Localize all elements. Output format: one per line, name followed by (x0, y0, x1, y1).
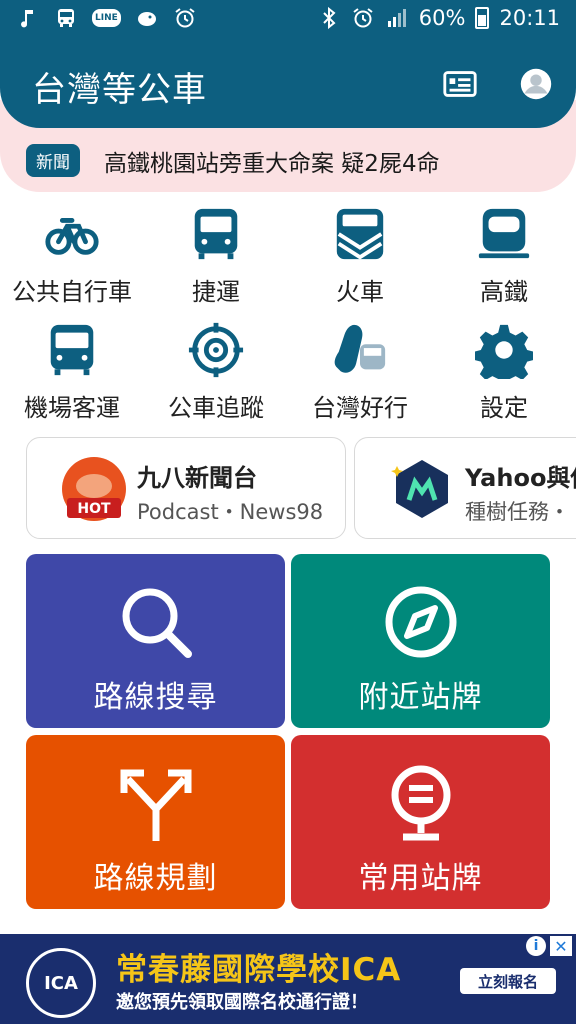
metro-icon (186, 204, 246, 264)
signal-icon (385, 6, 409, 30)
ad-cta-button[interactable]: 立刻報名 (460, 968, 556, 994)
news-button[interactable] (440, 64, 480, 104)
ad-logo: ICA (26, 948, 96, 1018)
quick-link-hsr[interactable]: 高鐵 (432, 204, 576, 307)
bus-icon (54, 6, 78, 30)
news98-thumbnail: HOT (62, 457, 126, 521)
quick-link-label: 設定 (480, 394, 528, 422)
ad-info-icon[interactable]: i (526, 936, 546, 956)
alarm-icon (351, 6, 375, 30)
ad-title: 常春藤國際學校ICA (116, 952, 402, 988)
compass-icon (385, 586, 456, 658)
route-search-tile[interactable]: 路線搜尋 (26, 554, 285, 728)
quick-link-label: 高鐵 (480, 278, 528, 306)
bluetooth-icon (317, 6, 341, 30)
alarm-icon (173, 6, 197, 30)
bus-tracking-icon (186, 320, 246, 380)
quick-link-label: 公共自行車 (12, 278, 132, 306)
quick-link-metro[interactable]: 捷運 (144, 204, 288, 307)
hot-badge: HOT (77, 501, 111, 517)
status-bar: LINE 60% 20:11 (0, 0, 576, 38)
podcast-card-news98[interactable]: HOT 九八新聞台 Podcast・News98 (26, 437, 346, 539)
train-icon (330, 204, 390, 264)
quick-link-bicycle[interactable]: 公共自行車 (0, 204, 144, 307)
news-tag: 新聞 (26, 144, 80, 177)
tile-label: 路線搜尋 (93, 680, 218, 715)
tile-label: 路線規劃 (93, 861, 218, 896)
podcast-card-yahoo[interactable]: Yahoo與你 種樹任務・ (354, 437, 576, 539)
card-title: 九八新聞台 (137, 464, 257, 492)
card-subtitle: 種樹任務・ (465, 500, 570, 524)
account-button[interactable] (516, 64, 556, 104)
bird-icon (135, 6, 159, 30)
airport-bus-icon (42, 320, 102, 380)
quick-link-train[interactable]: 火車 (288, 204, 432, 307)
nearby-stops-tile[interactable]: 附近站牌 (291, 554, 550, 728)
quick-link-label: 機場客運 (24, 394, 120, 422)
status-time: 20:11 (499, 6, 560, 30)
yahoo-thumbnail (391, 460, 448, 518)
battery-percent: 60% (418, 6, 466, 30)
quick-link-label: 捷運 (192, 278, 240, 306)
route-planning-tile[interactable]: 路線規劃 (26, 735, 285, 909)
quick-link-label: 公車追蹤 (168, 394, 264, 422)
bus-stop-icon (391, 765, 450, 841)
ad-banner[interactable]: ICA 常春藤國際學校ICA 邀您預先領取國際名校通行證！ 立刻報名 i ✕ (0, 934, 576, 1024)
card-title: Yahoo與你 (465, 464, 576, 492)
route-split-icon (120, 769, 191, 841)
ad-close-icon[interactable]: ✕ (550, 936, 572, 956)
quick-link-label: 火車 (336, 278, 384, 306)
app-header: LINE 60% 20:11 台灣等公車 (0, 0, 576, 128)
quick-link-bus-tracking[interactable]: 公車追蹤 (144, 320, 288, 423)
ad-subtitle: 邀您預先領取國際名校通行證！ (116, 992, 368, 1013)
bicycle-icon (42, 204, 102, 264)
high-speed-rail-icon (474, 204, 534, 264)
news-headline[interactable]: 高鐵桃園站旁重大命案 疑2屍4命 (104, 144, 440, 178)
tile-label: 常用站牌 (358, 861, 483, 896)
news-icon (443, 71, 477, 97)
tile-label: 附近站牌 (358, 680, 483, 715)
app-title: 台灣等公車 (32, 70, 207, 110)
account-icon (520, 68, 552, 100)
favorite-stops-tile[interactable]: 常用站牌 (291, 735, 550, 909)
card-subtitle: Podcast・News98 (137, 500, 324, 524)
quick-link-airport-bus[interactable]: 機場客運 (0, 320, 144, 423)
quick-link-taiwan-shuttle[interactable]: 台灣好行 (288, 320, 432, 423)
music-note-icon (16, 6, 40, 30)
battery-icon (475, 7, 490, 29)
line-app-icon: LINE (92, 9, 121, 27)
gear-icon (474, 320, 534, 380)
search-icon (122, 588, 192, 658)
taiwan-tourist-shuttle-icon (330, 320, 390, 380)
quick-link-settings[interactable]: 設定 (432, 320, 576, 423)
quick-link-label: 台灣好行 (312, 394, 408, 422)
